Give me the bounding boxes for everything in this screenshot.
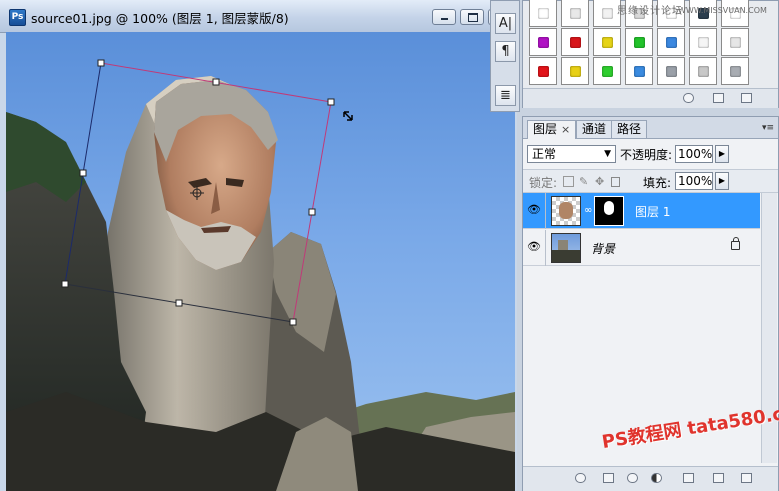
maximize-icon[interactable] (460, 9, 484, 25)
style-swatch[interactable] (689, 28, 717, 56)
layer-name[interactable]: 图层 1 (635, 203, 670, 220)
fill-label: 填充: (643, 176, 672, 190)
style-swatch[interactable] (593, 57, 621, 85)
style-swatch[interactable] (721, 28, 749, 56)
style-swatch[interactable] (689, 57, 717, 85)
adjustment-layer-icon[interactable] (651, 473, 662, 483)
style-swatch[interactable] (625, 28, 653, 56)
notes-icon[interactable]: ≣ (495, 85, 516, 106)
tab-layers[interactable]: 图层 × (527, 120, 577, 139)
style-swatch[interactable] (529, 0, 557, 27)
document-window: Ps source01.jpg @ 100% (图层 1, 图层蒙版/8) (0, 0, 518, 491)
canvas-artwork (6, 59, 515, 491)
clear-style-icon[interactable] (683, 93, 694, 103)
dropdown-arrow-icon: ▼ (604, 149, 611, 159)
layer-row-layer1[interactable]: 👁 ∞ 图层 1 (523, 193, 760, 229)
layer-name[interactable]: 背景 (591, 240, 615, 257)
layer-row-background[interactable]: 👁 背景 (523, 230, 760, 266)
style-swatch[interactable] (561, 28, 589, 56)
fill-slider-icon[interactable]: ▶ (715, 172, 729, 190)
photoshop-icon: Ps (9, 9, 26, 26)
document-titlebar[interactable]: Ps source01.jpg @ 100% (图层 1, 图层蒙版/8) (0, 0, 517, 33)
opacity-label: 不透明度: (620, 148, 673, 162)
style-swatch[interactable] (593, 28, 621, 56)
new-style-icon[interactable] (713, 93, 724, 103)
layers-panel-footer (523, 466, 778, 491)
image-canvas[interactable] (6, 32, 515, 491)
lock-label: 锁定: (529, 176, 558, 190)
tab-paths[interactable]: 路径 (611, 120, 648, 138)
visibility-eye-icon[interactable]: 👁 (527, 203, 541, 217)
mask-link-icon[interactable]: ∞ (584, 205, 592, 216)
tab-channels[interactable]: 通道 (576, 120, 613, 138)
blend-mode-value: 正常 (532, 147, 557, 161)
rotate-cursor-icon (343, 111, 353, 121)
new-layer-icon[interactable] (713, 473, 724, 483)
layers-panel-tabs: 图层 × 通道 路径 ▾≡ (523, 117, 778, 139)
watermark-top-url: WWW.MISSVUAN.COM (678, 6, 767, 15)
lock-icon (731, 237, 740, 250)
styles-panel-footer (523, 88, 778, 108)
blend-mode-select[interactable]: 正常 ▼ (527, 145, 616, 163)
background-thumbnail[interactable] (551, 233, 581, 263)
layer-style-icon[interactable] (603, 473, 614, 483)
close-tab-icon[interactable]: × (561, 123, 570, 136)
delete-icon[interactable] (741, 93, 752, 103)
panel-menu-icon[interactable]: ▾≡ (762, 123, 774, 133)
layer-mask-icon[interactable] (627, 473, 638, 483)
style-swatch[interactable] (657, 57, 685, 85)
style-swatch[interactable] (625, 57, 653, 85)
tab-paths-label: 路径 (617, 122, 642, 136)
style-swatch[interactable] (561, 0, 589, 27)
watermark-top: 思缘设计论坛 (617, 6, 683, 17)
lock-fill-row: 锁定: ✎ ✥ 填充: 100% ▶ (523, 169, 778, 193)
lock-all-icon[interactable] (611, 177, 620, 187)
layer-mask-thumbnail[interactable] (594, 196, 624, 226)
document-title: source01.jpg @ 100% (图层 1, 图层蒙版/8) (31, 11, 289, 26)
tab-channels-label: 通道 (582, 122, 607, 136)
delete-icon[interactable] (741, 473, 752, 483)
style-swatch[interactable] (561, 57, 589, 85)
collapsed-panel-column: A| ¶ ≣ (490, 0, 520, 112)
opacity-input[interactable]: 100% (675, 145, 713, 163)
lock-pixels-icon[interactable]: ✎ (579, 175, 588, 188)
style-swatch[interactable] (529, 57, 557, 85)
style-swatch[interactable] (529, 28, 557, 56)
opacity-slider-icon[interactable]: ▶ (715, 145, 729, 163)
layer1-thumbnail[interactable] (551, 196, 581, 226)
character-icon[interactable]: A| (495, 13, 516, 34)
tab-layers-label: 图层 (533, 122, 558, 136)
style-swatch[interactable] (657, 28, 685, 56)
visibility-eye-icon[interactable]: 👁 (527, 240, 541, 254)
paragraph-icon[interactable]: ¶ (495, 41, 516, 62)
lock-position-icon[interactable]: ✥ (595, 175, 604, 188)
link-layers-icon[interactable] (575, 473, 586, 483)
fill-input[interactable]: 100% (675, 172, 713, 190)
minimize-icon[interactable] (432, 9, 456, 25)
group-icon[interactable] (683, 473, 694, 483)
style-swatch[interactable] (721, 57, 749, 85)
lock-transparency-icon[interactable] (563, 176, 574, 187)
